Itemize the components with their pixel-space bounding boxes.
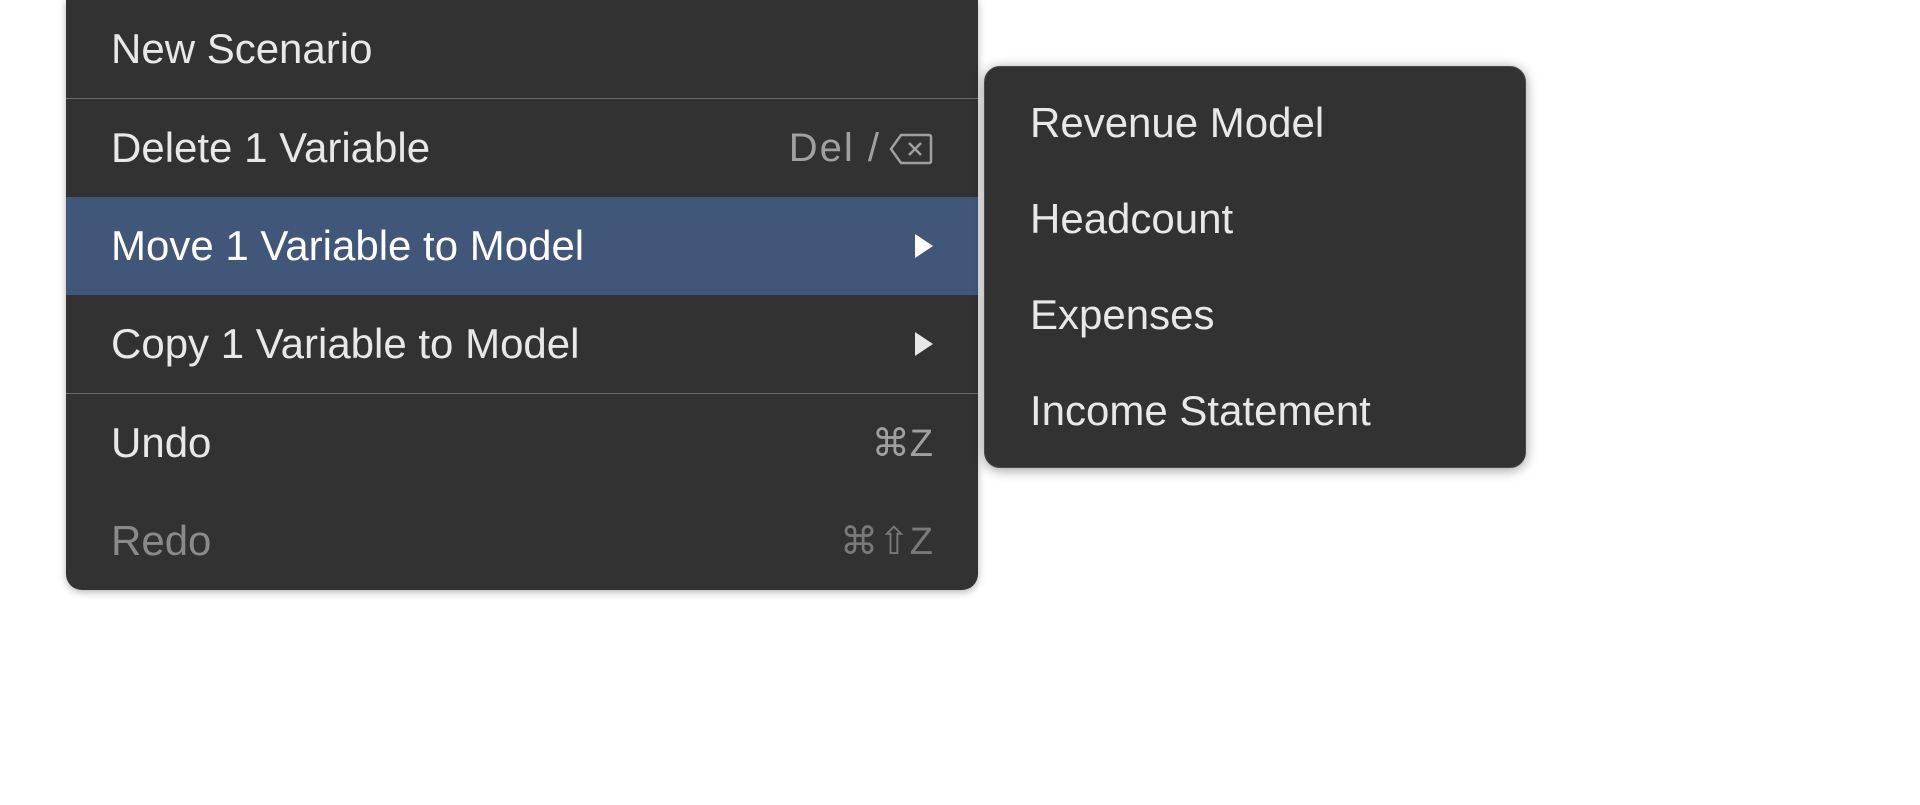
menu-item-redo: Redo ⌘⇧Z <box>66 492 978 590</box>
submenu-item-label: Revenue Model <box>1030 99 1324 147</box>
backspace-icon <box>889 131 933 165</box>
submenu-item-headcount[interactable]: Headcount <box>985 171 1525 267</box>
menu-item-shortcut: ⌘⇧Z <box>840 519 933 564</box>
chevron-right-icon <box>915 332 933 356</box>
menu-item-delete-variable[interactable]: Delete 1 Variable Del / <box>66 99 978 197</box>
menu-item-move-variable[interactable]: Move 1 Variable to Model <box>66 197 978 295</box>
menu-item-undo[interactable]: Undo ⌘Z <box>66 394 978 492</box>
chevron-right-icon <box>915 234 933 258</box>
menu-item-label: Copy 1 Variable to Model <box>111 320 579 368</box>
submenu-move-to-model: Revenue Model Headcount Expenses Income … <box>984 66 1526 468</box>
menu-item-shortcut: ⌘Z <box>872 421 933 466</box>
menu-item-label: Move 1 Variable to Model <box>111 222 584 270</box>
context-menu: New Scenario Delete 1 Variable Del / Mov… <box>66 0 978 590</box>
submenu-item-label: Income Statement <box>1030 387 1371 435</box>
submenu-item-revenue-model[interactable]: Revenue Model <box>985 67 1525 171</box>
menu-item-shortcut: Del / <box>789 126 933 171</box>
menu-item-copy-variable[interactable]: Copy 1 Variable to Model <box>66 295 978 393</box>
menu-item-label: Undo <box>111 419 211 467</box>
menu-item-label: Redo <box>111 517 211 565</box>
submenu-item-label: Headcount <box>1030 195 1233 243</box>
menu-item-new-scenario[interactable]: New Scenario <box>66 0 978 98</box>
menu-item-label: Delete 1 Variable <box>111 124 430 172</box>
submenu-item-income-statement[interactable]: Income Statement <box>985 363 1525 467</box>
submenu-item-expenses[interactable]: Expenses <box>985 267 1525 363</box>
submenu-item-label: Expenses <box>1030 291 1214 339</box>
menu-item-label: New Scenario <box>111 25 372 73</box>
